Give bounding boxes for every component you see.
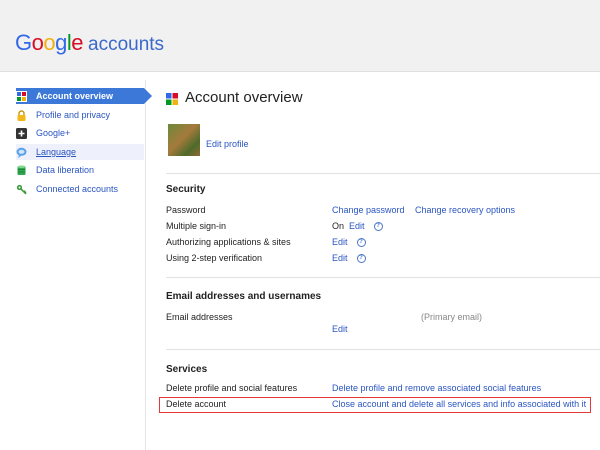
sidebar-nav: Account overview Profile and privacy Goo… — [0, 80, 152, 450]
logo-letter: o — [43, 30, 56, 55]
row-label: Password — [166, 205, 206, 215]
services-section-title: Services — [166, 364, 208, 375]
logo-letter: G — [15, 30, 32, 55]
help-icon[interactable]: ? — [356, 237, 366, 247]
row-label: Multiple sign-in — [166, 221, 227, 231]
row-label: Authorizing applications & sites — [166, 237, 291, 247]
sidebar-item-language[interactable]: Language — [16, 144, 144, 160]
avatar[interactable] — [168, 124, 200, 156]
google-accounts-logo[interactable]: Google accounts — [15, 30, 164, 56]
email-edit-row: Edit — [166, 324, 600, 338]
sidebar-item-data-liberation[interactable]: Data liberation — [16, 162, 144, 178]
sidebar-item-connected-accounts[interactable]: Connected accounts — [16, 181, 144, 197]
delete-account-highlight-box — [159, 397, 591, 413]
row-actions: On Edit ? — [332, 221, 383, 231]
logo-letter: o — [31, 30, 44, 55]
change-password-link[interactable]: Change password — [332, 205, 405, 215]
status-text: On — [332, 221, 345, 231]
google-plus-icon — [16, 127, 27, 139]
header-bar: Google accounts — [0, 0, 600, 72]
row-label: Delete profile and social features — [166, 383, 298, 393]
divider — [166, 173, 600, 174]
edit-profile-link[interactable]: Edit profile — [206, 139, 249, 149]
security-row-multiple-sign-in: Multiple sign-in On Edit ? — [166, 221, 600, 235]
sidebar-item-label: Connected accounts — [36, 184, 119, 194]
row-actions: Change password — [332, 205, 405, 215]
speech-bubble-icon — [16, 147, 27, 158]
sidebar-item-account-overview[interactable]: Account overview — [16, 88, 152, 104]
help-icon[interactable]: ? — [356, 253, 366, 263]
google-g-icon — [166, 92, 178, 105]
security-row-authorizing-apps: Authorizing applications & sites Edit ? — [166, 237, 600, 251]
database-icon — [16, 165, 27, 176]
services-row-delete-profile: Delete profile and social features Delet… — [166, 383, 600, 397]
edit-link[interactable]: Edit — [349, 221, 365, 231]
email-section-title: Email addresses and usernames — [166, 291, 322, 302]
security-row-2-step: Using 2-step verification Edit ? — [166, 253, 600, 267]
delete-profile-link[interactable]: Delete profile and remove associated soc… — [332, 383, 541, 393]
row-actions: Edit ? — [332, 237, 366, 247]
key-icon — [16, 184, 27, 195]
sidebar-item-profile-privacy[interactable]: Profile and privacy — [16, 107, 144, 123]
security-section-title: Security — [166, 184, 206, 195]
divider — [166, 349, 600, 350]
sidebar-item-label: Account overview — [36, 91, 114, 101]
logo-letter: e — [71, 30, 84, 55]
page-title-text: Account overview — [185, 89, 303, 106]
sidebar-item-label: Data liberation — [36, 165, 95, 175]
google-g-icon — [16, 90, 27, 102]
security-row-password: Password Change password Change recovery… — [166, 205, 600, 219]
lock-icon — [16, 109, 27, 121]
row-label: Email addresses — [166, 312, 233, 322]
edit-link[interactable]: Edit — [332, 237, 348, 247]
edit-email-link[interactable]: Edit — [332, 324, 348, 334]
sidebar-item-label: Profile and privacy — [36, 110, 111, 120]
sidebar-item-google-plus[interactable]: Google+ — [16, 125, 144, 141]
page-title: Account overview — [166, 89, 303, 106]
edit-link[interactable]: Edit — [332, 253, 348, 263]
logo-letter: g — [55, 30, 67, 55]
help-icon[interactable]: ? — [373, 221, 383, 231]
sidebar-item-label: Google+ — [36, 128, 71, 138]
change-recovery-options-link[interactable]: Change recovery options — [415, 205, 515, 215]
divider — [166, 277, 600, 278]
logo-suffix: accounts — [88, 34, 165, 55]
row-label: Using 2-step verification — [166, 253, 263, 263]
primary-email-note: (Primary email) — [421, 312, 483, 322]
row-actions: Edit ? — [332, 253, 366, 263]
sidebar-item-label: Language — [36, 147, 77, 157]
